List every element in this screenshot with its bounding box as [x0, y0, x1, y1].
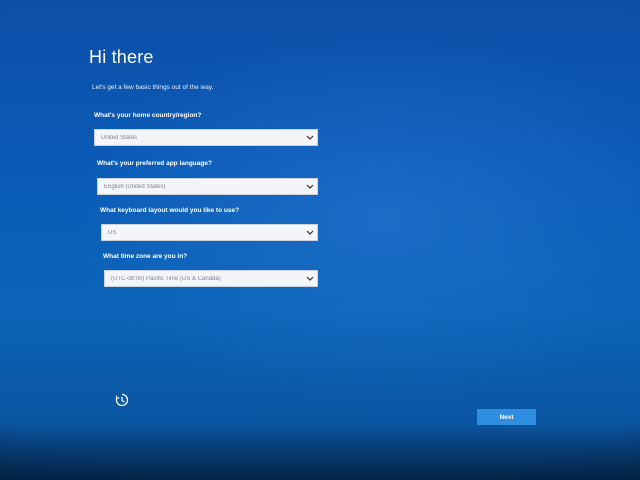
timezone-label: What time zone are you in?	[103, 253, 188, 260]
page-subtitle: Let's get a few basic things out of the …	[92, 84, 214, 91]
timezone-dropdown[interactable]: (UTC-08:00) Pacific Time (US & Canada)	[104, 270, 318, 287]
country-label: What's your home country/region?	[94, 112, 202, 119]
timezone-value: (UTC-08:00) Pacific Time (US & Canada)	[111, 275, 221, 282]
language-dropdown[interactable]: English (United States)	[97, 178, 318, 195]
chevron-down-icon	[303, 135, 317, 140]
page-title: Hi there	[89, 47, 154, 67]
keyboard-label: What keyboard layout would you like to u…	[100, 207, 240, 214]
ease-of-access-icon[interactable]	[114, 392, 130, 408]
keyboard-dropdown[interactable]: US	[101, 224, 318, 241]
screen-vignette	[0, 0, 640, 480]
country-dropdown[interactable]: United States	[94, 129, 318, 146]
chevron-down-icon	[303, 230, 317, 235]
keyboard-value: US	[108, 229, 117, 236]
next-button[interactable]: Next	[477, 409, 536, 425]
chevron-down-icon	[303, 184, 317, 189]
chevron-down-icon	[303, 276, 317, 281]
language-value: English (United States)	[104, 183, 166, 190]
language-label: What's your preferred app language?	[97, 160, 212, 167]
country-value: United States	[101, 134, 138, 141]
